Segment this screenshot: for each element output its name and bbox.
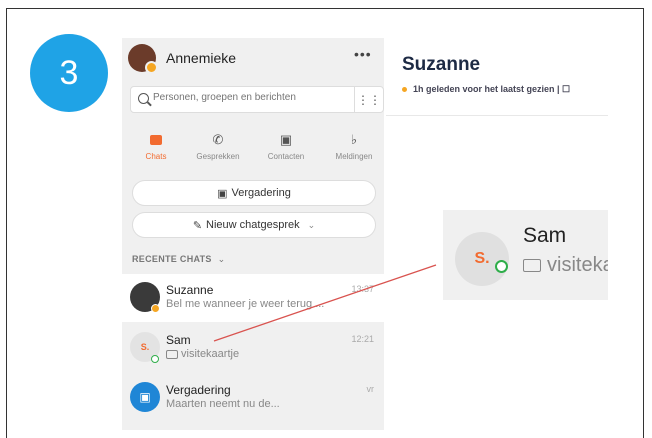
callout-line [213, 264, 437, 342]
callout-pointer [213, 264, 437, 342]
